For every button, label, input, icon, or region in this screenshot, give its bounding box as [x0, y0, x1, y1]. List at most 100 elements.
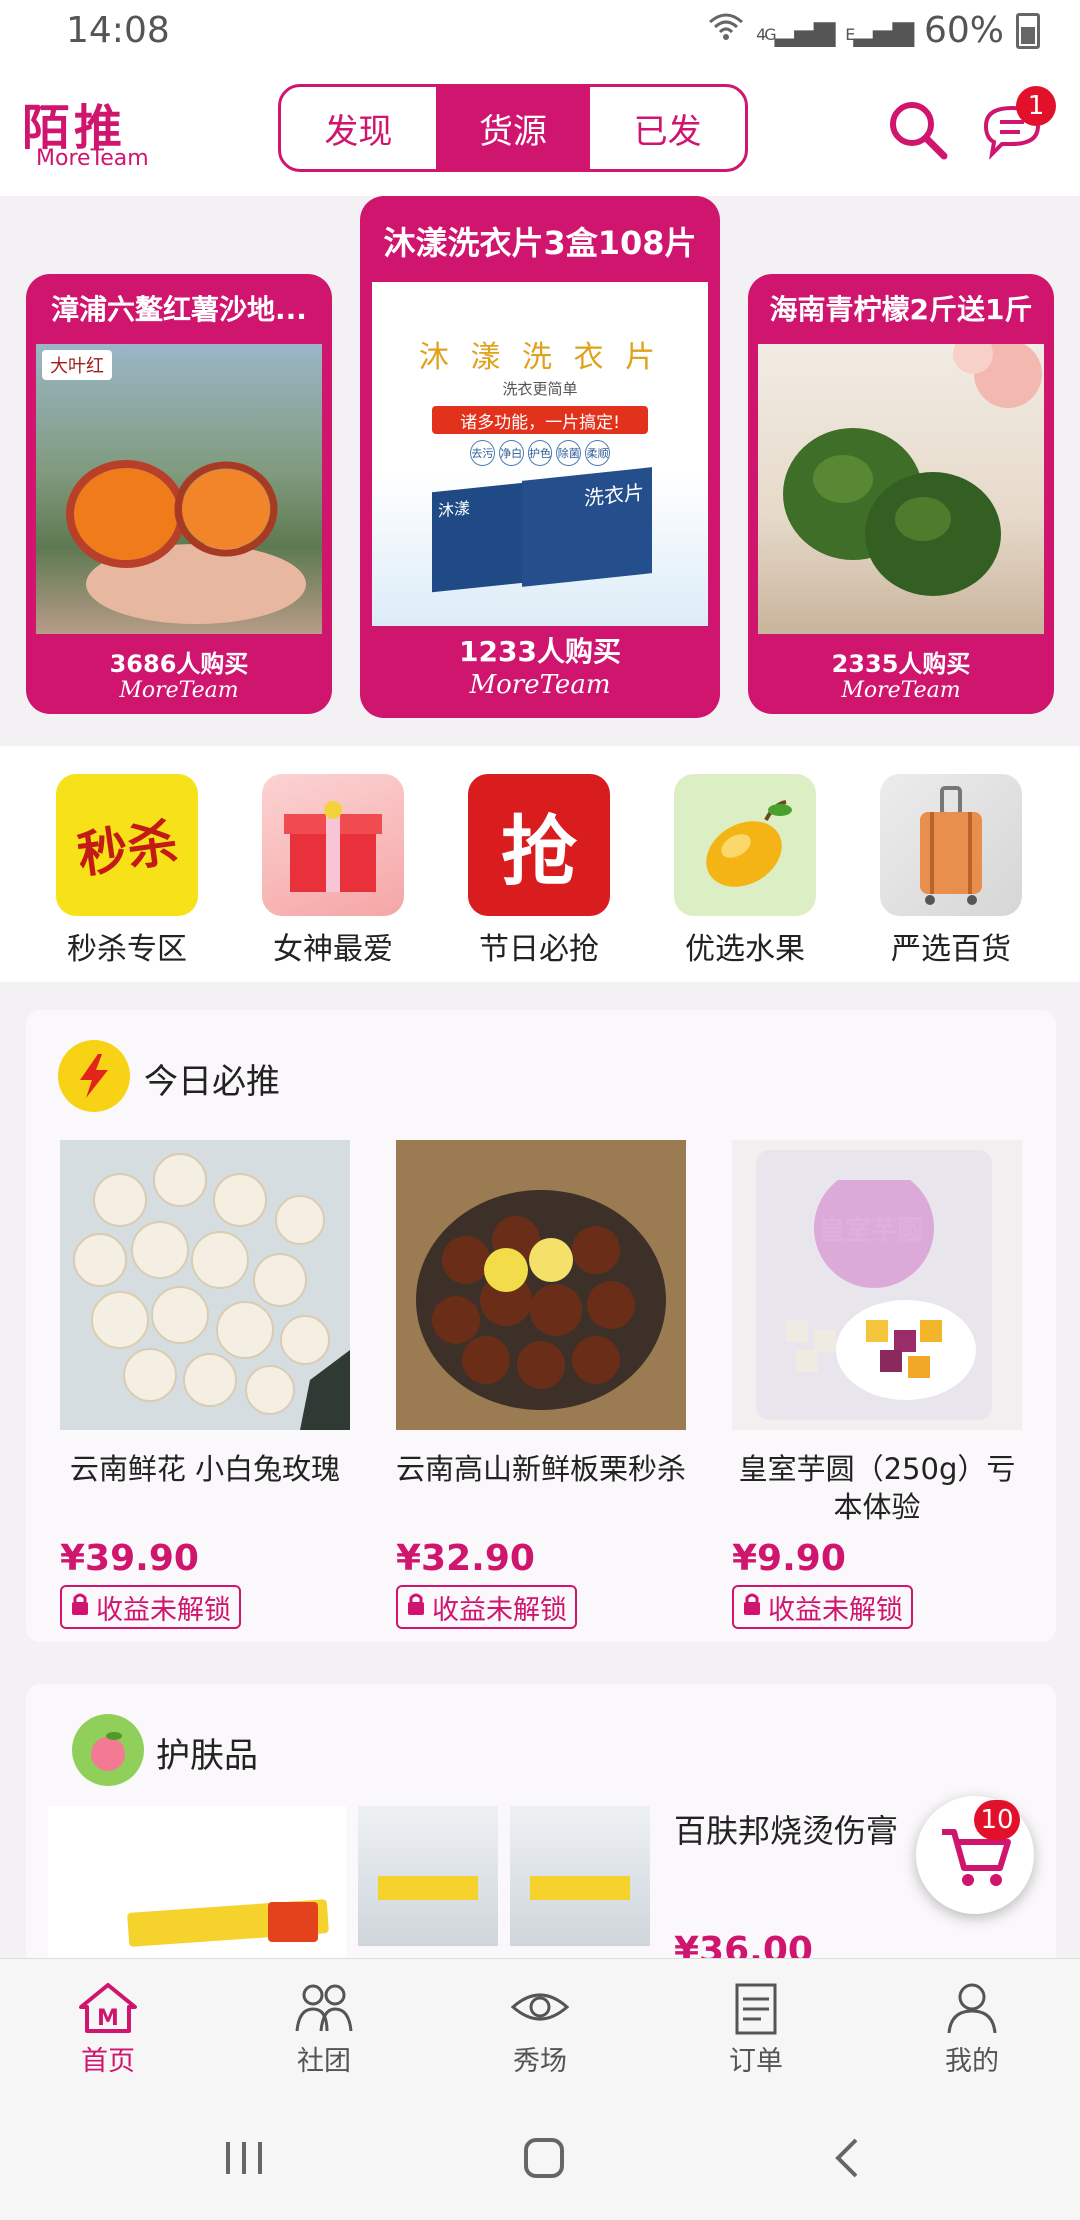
- product-image-taro-balls: 皇室芋圆: [732, 1140, 1022, 1430]
- cart-badge: 10: [974, 1800, 1020, 1840]
- image-tags: 去污 净白 护色 除菌 柔顺: [470, 440, 610, 466]
- tab-label: 秀场: [513, 2045, 567, 2077]
- tab-supply[interactable]: 货源: [435, 87, 591, 169]
- product-card[interactable]: 云南高山新鲜板栗秒杀 ¥32.90 收益未解锁: [396, 1140, 686, 1629]
- featured-title: 海南青柠檬2斤送1斤: [769, 293, 1033, 326]
- lock-icon: [742, 1592, 762, 1623]
- lock-icon: [406, 1592, 426, 1623]
- status-time: 14:08: [66, 10, 170, 51]
- battery-icon: [1016, 12, 1040, 49]
- tab-label: 订单: [729, 2045, 783, 2077]
- featured-brand: MoreTeam: [841, 678, 961, 703]
- order-icon: [735, 1983, 777, 2034]
- lock-icon: [70, 1592, 90, 1623]
- category-label: 节日必抢: [479, 932, 599, 967]
- group-icon: [295, 1984, 353, 2031]
- grab-icon: 抢: [468, 774, 610, 916]
- home-icon: M: [79, 1982, 137, 2033]
- section-title: 护肤品: [156, 1736, 258, 1776]
- skincare-product-name: 百肤邦烧烫伤膏: [674, 1812, 899, 1850]
- peach-icon: [72, 1714, 144, 1786]
- featured-card-main[interactable]: 沐漾洗衣片3盒108片 沐 漾 洗 衣 片 洗衣更简单 诸多功能，一片搞定! 去…: [360, 196, 720, 718]
- tab-home[interactable]: M 首页: [0, 1959, 216, 2099]
- earnings-locked-label: 收益未解锁: [96, 1594, 231, 1626]
- featured-card[interactable]: 漳浦六鳌红薯沙地... 大叶红 3686人购买 MoreTeam: [26, 274, 332, 714]
- tab-group[interactable]: 社团: [216, 1959, 432, 2099]
- product-name: 云南鲜花 小白兔玫瑰: [69, 1452, 341, 1486]
- system-nav-bar: [0, 2098, 1080, 2220]
- image-tag: 护色: [527, 440, 553, 466]
- status-icons: 4G▂▄▆ E▂▄▆ 60%: [708, 10, 1040, 51]
- image-tag: 柔顺: [585, 440, 610, 466]
- earnings-locked-badge: 收益未解锁: [60, 1585, 241, 1629]
- product-price: ¥9.90: [732, 1538, 846, 1579]
- flash-sale-icon-text: 秒杀: [74, 813, 182, 885]
- featured-buy-count: 2335人购买: [831, 650, 971, 678]
- image-subtitle: 洗衣更简单: [502, 380, 578, 398]
- recent-apps-icon[interactable]: [222, 2138, 266, 2182]
- product-card[interactable]: 皇室芋圆 皇室芋圆（250g）亏本体验 ¥9.90 收益未解锁: [732, 1140, 1022, 1629]
- profile-icon: [947, 1983, 997, 2033]
- today-section: 今日必推 云南鲜花 小白兔玫瑰 ¥39.90 收益未解锁 云南高山新鲜板栗秒杀 …: [26, 1010, 1056, 1642]
- category-row: 秒杀 秒杀专区 女神最爱 抢 节日必抢 优选水果 严选百货: [0, 746, 1080, 982]
- featured-buy-count: 3686人购买: [109, 650, 249, 678]
- bottom-tab-bar: M 首页 社团 秀场 订单 我的: [0, 1958, 1080, 2099]
- featured-brand: MoreTeam: [469, 670, 611, 700]
- product-price: ¥32.90: [396, 1538, 535, 1579]
- category-general[interactable]: 严选百货: [876, 774, 1026, 968]
- featured-image-laundry-sheets: 沐 漾 洗 衣 片 洗衣更简单 诸多功能，一片搞定! 去污 净白 护色 除菌 柔…: [372, 282, 708, 626]
- product-card[interactable]: 云南鲜花 小白兔玫瑰 ¥39.90 收益未解锁: [60, 1140, 350, 1629]
- signal-icon-2: E▂▄▆: [845, 14, 914, 47]
- mango-icon: [674, 774, 816, 916]
- featured-title: 沐漾洗衣片3盒108片: [383, 224, 697, 262]
- box-label: 洗衣片: [584, 480, 644, 511]
- tab-orders[interactable]: 订单: [648, 1959, 864, 2099]
- network-type-2: E: [845, 25, 855, 44]
- battery-percent: 60%: [923, 10, 1004, 51]
- cart-button[interactable]: 10: [916, 1796, 1034, 1914]
- featured-image-sweet-potato: 大叶红: [36, 344, 322, 634]
- network-type: 4G: [756, 25, 777, 44]
- product-name: 皇室芋圆（250g）亏本体验: [738, 1452, 1016, 1524]
- search-icon[interactable]: [884, 96, 950, 162]
- category-festival[interactable]: 抢 节日必抢: [464, 774, 614, 968]
- tab-profile[interactable]: 我的: [864, 1959, 1080, 2099]
- category-flash-sale[interactable]: 秒杀 秒杀专区: [52, 774, 202, 968]
- signal-icon: 4G▂▄▆: [756, 14, 835, 47]
- message-badge: 1: [1016, 86, 1056, 126]
- featured-image-lemons: [758, 344, 1044, 634]
- box-brand: 沐漾: [438, 498, 471, 521]
- flash-sale-icon: 秒杀: [56, 774, 198, 916]
- featured-brand: MoreTeam: [119, 678, 239, 703]
- home-nav-icon[interactable]: [522, 2136, 566, 2184]
- earnings-locked-label: 收益未解锁: [432, 1594, 567, 1626]
- back-icon[interactable]: [832, 2136, 862, 2184]
- featured-title: 漳浦六鳌红薯沙地...: [51, 293, 307, 326]
- product-price: ¥39.90: [60, 1538, 199, 1579]
- app-header: 陌推 MoreTeam 发现 货源 已发 1: [0, 66, 1080, 196]
- skincare-image-thumb: [358, 1806, 498, 1946]
- eye-icon: [510, 1993, 570, 2020]
- product-image-chestnuts: [396, 1140, 686, 1430]
- skincare-image-thumb: [510, 1806, 650, 1946]
- featured-carousel: 漳浦六鳌红薯沙地... 大叶红 3686人购买 MoreTeam 沐漾洗衣片3盒…: [0, 196, 1080, 746]
- product-name: 云南高山新鲜板栗秒杀: [396, 1452, 687, 1486]
- skincare-section: 护肤品 百肤邦烧烫伤膏 ¥36.00: [26, 1684, 1056, 1984]
- category-label: 女神最爱: [273, 932, 393, 967]
- category-fruit[interactable]: 优选水果: [670, 774, 820, 968]
- tab-discover[interactable]: 发现: [281, 87, 436, 169]
- category-goddess[interactable]: 女神最爱: [258, 774, 408, 968]
- featured-card[interactable]: 海南青柠檬2斤送1斤 2335人购买 MoreTeam: [748, 274, 1054, 714]
- tab-show[interactable]: 秀场: [432, 1959, 648, 2099]
- image-tag: 净白: [498, 440, 524, 466]
- lightning-icon: [58, 1040, 130, 1112]
- tab-sent[interactable]: 已发: [590, 87, 745, 169]
- message-icon[interactable]: 1: [980, 86, 1056, 166]
- image-title: 沐 漾 洗 衣 片: [418, 340, 662, 375]
- product-image-roses: [60, 1140, 350, 1430]
- wifi-icon: [708, 10, 744, 51]
- earnings-locked-label: 收益未解锁: [768, 1594, 903, 1626]
- status-bar: 14:08 4G▂▄▆ E▂▄▆ 60%: [0, 0, 1080, 66]
- image-tag: 除菌: [556, 440, 582, 466]
- image-brand-tag: 大叶红: [42, 350, 112, 380]
